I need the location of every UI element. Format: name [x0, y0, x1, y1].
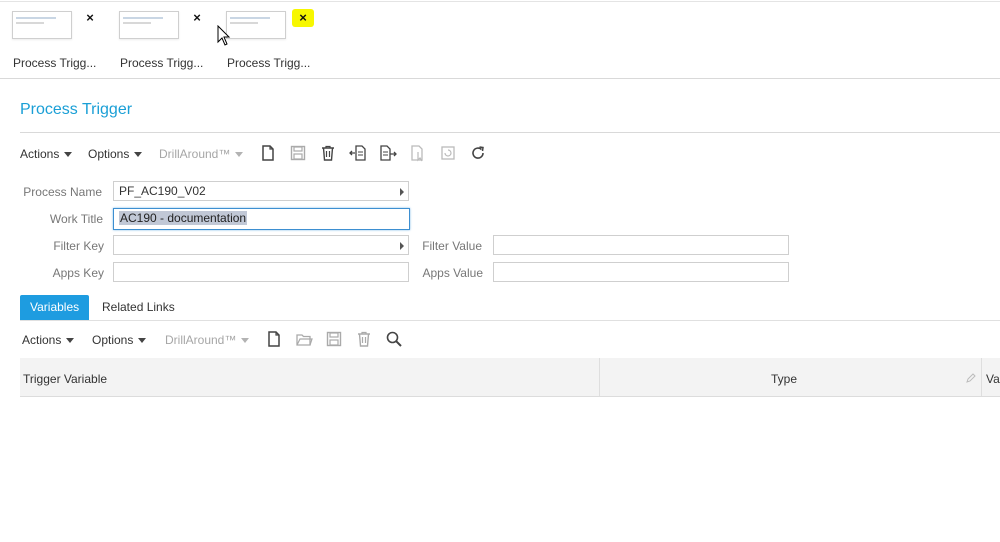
- thumbnail-2-label[interactable]: Process Trigg...: [120, 56, 203, 70]
- column-divider[interactable]: [981, 358, 982, 396]
- apps-key-field[interactable]: [113, 262, 409, 282]
- close-thumbnail-1-icon[interactable]: ×: [83, 11, 97, 25]
- window-thumbnail-1[interactable]: [12, 11, 72, 39]
- filter-key-field[interactable]: [113, 235, 409, 255]
- search-icon[interactable]: [385, 330, 403, 348]
- close-thumbnail-3-icon[interactable]: ×: [292, 9, 314, 27]
- reset-icon[interactable]: [439, 144, 457, 162]
- apps-value-field[interactable]: [493, 262, 789, 282]
- work-title-value: AC190 - documentation: [119, 211, 248, 225]
- window-thumbnail-3[interactable]: [226, 11, 286, 39]
- sub-save-icon[interactable]: [325, 330, 343, 348]
- delete-icon[interactable]: [319, 144, 337, 162]
- process-name-field[interactable]: PF_AC190_V02: [113, 181, 409, 201]
- tabs-divider: [20, 320, 1000, 321]
- actions-menu[interactable]: Actions: [20, 147, 73, 161]
- thumbnail-3-label[interactable]: Process Trigg...: [227, 56, 310, 70]
- options-label: Options: [88, 147, 130, 161]
- sub-actions-menu[interactable]: Actions: [22, 333, 75, 347]
- mouse-cursor-icon: [217, 25, 231, 46]
- sub-drillaround-label: DrillAround™: [165, 333, 237, 347]
- chevron-down-icon: [134, 152, 143, 158]
- sub-actions-label: Actions: [22, 333, 62, 347]
- apps-value-label: Apps Value: [422, 266, 484, 280]
- column-type[interactable]: Type: [771, 358, 797, 396]
- page-title: Process Trigger: [20, 101, 133, 118]
- chevron-right-icon[interactable]: [400, 242, 404, 250]
- drillaround-label: DrillAround™: [159, 147, 231, 161]
- drillaround-menu[interactable]: DrillAround™: [159, 147, 244, 161]
- tab-related-links[interactable]: Related Links: [92, 295, 185, 320]
- chevron-down-icon: [235, 152, 244, 158]
- chevron-down-icon: [64, 152, 73, 158]
- copy-to-icon[interactable]: [379, 144, 397, 162]
- grid-header: Trigger Variable Type Va: [20, 358, 1000, 397]
- actions-label: Actions: [20, 147, 60, 161]
- refresh-icon[interactable]: [469, 144, 487, 162]
- top-border: [0, 1, 1000, 2]
- tab-variables[interactable]: Variables: [20, 295, 90, 320]
- process-name-label: Process Name: [23, 185, 102, 199]
- filter-key-label: Filter Key: [53, 239, 104, 253]
- filter-value-field[interactable]: [493, 235, 789, 255]
- chevron-right-icon[interactable]: [400, 188, 404, 196]
- select-icon[interactable]: [409, 144, 427, 162]
- save-icon[interactable]: [289, 144, 307, 162]
- sub-options-label: Options: [92, 333, 134, 347]
- sub-options-menu[interactable]: Options: [92, 333, 147, 347]
- apps-key-label: Apps Key: [52, 266, 104, 280]
- chevron-down-icon: [66, 338, 75, 344]
- column-value[interactable]: Va: [986, 358, 1000, 396]
- column-trigger-variable[interactable]: Trigger Variable: [23, 358, 107, 396]
- sub-delete-icon[interactable]: [355, 330, 373, 348]
- window-thumbnail-2[interactable]: [119, 11, 179, 39]
- new-row-icon[interactable]: [265, 330, 283, 348]
- open-folder-icon[interactable]: [295, 330, 313, 348]
- chevron-down-icon: [241, 338, 250, 344]
- edit-pencil-icon: [966, 373, 976, 383]
- new-document-icon[interactable]: [259, 144, 277, 162]
- divider: [0, 78, 1000, 79]
- work-title-field[interactable]: AC190 - documentation: [113, 208, 410, 230]
- sub-drillaround-menu[interactable]: DrillAround™: [165, 333, 250, 347]
- options-menu[interactable]: Options: [88, 147, 143, 161]
- thumbnail-1-label[interactable]: Process Trigg...: [13, 56, 96, 70]
- work-title-label: Work Title: [49, 212, 103, 226]
- chevron-down-icon: [138, 338, 147, 344]
- filter-value-label: Filter Value: [422, 239, 482, 253]
- column-divider[interactable]: [599, 358, 600, 396]
- process-name-value: PF_AC190_V02: [119, 184, 206, 198]
- copy-from-icon[interactable]: [349, 144, 367, 162]
- title-divider: [20, 132, 1000, 133]
- close-thumbnail-2-icon[interactable]: ×: [190, 11, 204, 25]
